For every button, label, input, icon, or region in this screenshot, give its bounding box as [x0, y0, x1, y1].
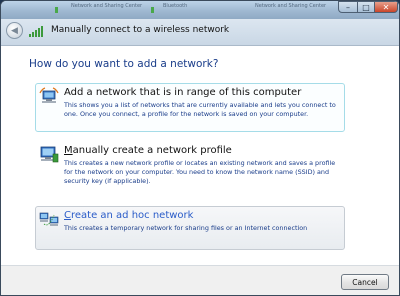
button-footer: Cancel — [1, 265, 399, 295]
wireless-network-icon — [39, 87, 59, 103]
adhoc-network-icon — [39, 212, 59, 226]
title-bar[interactable]: Network and Sharing Center Bluetooth Net… — [1, 1, 399, 19]
option-title-mnemonic: C — [64, 210, 71, 221]
option-title: Add a network that is in range of this c… — [64, 87, 302, 98]
network-computer-icon — [40, 146, 59, 163]
wizard-content: How do you want to add a network? Add a … — [1, 46, 399, 265]
option-title: Manually create a network profile — [64, 145, 232, 156]
maximize-button[interactable]: □ — [357, 1, 375, 13]
minimize-icon: – — [346, 2, 350, 12]
close-icon: ✕ — [382, 2, 390, 12]
option-title-mnemonic: M — [64, 145, 73, 156]
minimize-button[interactable]: – — [338, 1, 358, 13]
cancel-button[interactable]: Cancel — [341, 274, 389, 290]
option-title-text: anually create a network profile — [72, 145, 232, 156]
window-title: Manually connect to a wireless network — [51, 25, 230, 35]
option-description: This creates a new network profile or lo… — [64, 159, 336, 185]
back-arrow-icon: ◀ — [11, 25, 18, 36]
option-manually-create-profile[interactable]: Manually create a network profile This c… — [35, 141, 345, 191]
wizard-window: Network and Sharing Center Bluetooth Net… — [0, 0, 400, 296]
background-window-icon — [55, 7, 58, 13]
navigation-bar: ◀ Manually connect to a wireless network — [1, 19, 399, 46]
close-button[interactable]: ✕ — [374, 1, 398, 13]
background-window-title: Bluetooth — [163, 3, 188, 9]
background-window-title: Network and Sharing Center — [71, 3, 143, 9]
maximize-icon: □ — [362, 2, 370, 12]
page-heading: How do you want to add a network? — [29, 58, 219, 70]
back-button[interactable]: ◀ — [6, 22, 23, 39]
option-description: This shows you a list of networks that a… — [64, 101, 336, 118]
option-add-network-in-range[interactable]: Add a network that is in range of this c… — [35, 83, 345, 132]
wireless-signal-icon — [29, 26, 43, 37]
option-create-adhoc-network[interactable]: Create an ad hoc network This creates a … — [35, 206, 345, 250]
background-window-title: Network and Sharing Center — [255, 3, 327, 9]
option-description: This creates a temporary network for sha… — [64, 224, 308, 232]
option-title: Create an ad hoc network — [64, 210, 193, 221]
background-window-icon — [151, 7, 154, 13]
option-title-text: reate an ad hoc network — [70, 210, 194, 221]
